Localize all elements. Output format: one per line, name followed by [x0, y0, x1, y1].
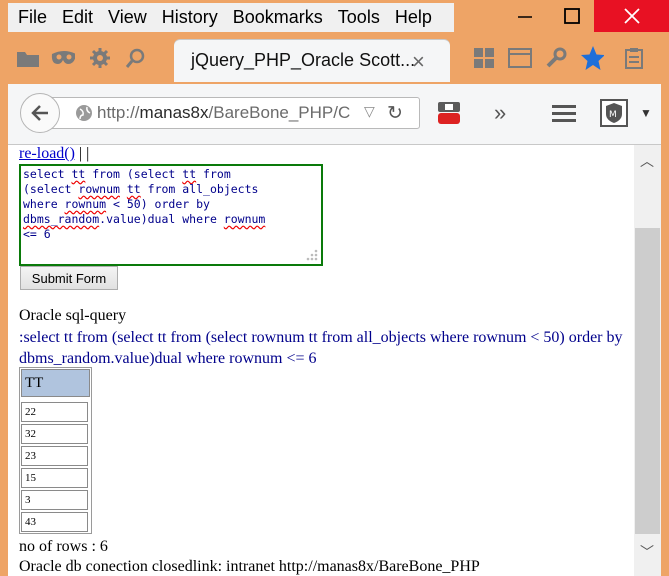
table-row: 43: [21, 512, 88, 532]
table-rows: 22 32 23 15 3 43: [21, 402, 90, 532]
minimize-icon: [518, 16, 532, 18]
folder-icon[interactable]: [16, 46, 40, 70]
scroll-down-icon[interactable]: ﹀: [640, 542, 654, 562]
url-bar[interactable]: http://manas8x/BareBone_PHP/C ▽ ↻: [48, 97, 420, 129]
maximize-icon: [564, 8, 580, 24]
page-content: re-load() | | select tt from (select tt …: [8, 145, 634, 576]
table-row: 22: [21, 402, 88, 422]
tab-title: jQuery_PHP_Oracle Scott...: [191, 50, 416, 70]
tab-active[interactable]: jQuery_PHP_Oracle Scott... ×: [174, 40, 450, 82]
table-header-tt: TT: [21, 369, 90, 397]
oracle-heading: Oracle sql-query: [19, 307, 127, 324]
navigation-bar: http://manas8x/BareBone_PHP/C ▽ ↻ » M ▼: [8, 84, 661, 145]
star-icon[interactable]: [580, 46, 604, 70]
tab-close-icon[interactable]: ×: [412, 49, 425, 75]
menu-tools[interactable]: Tools: [338, 7, 380, 28]
search-icon[interactable]: [124, 46, 148, 70]
back-button[interactable]: [20, 93, 60, 133]
sql-query-textarea[interactable]: select tt from (select tt from (select r…: [19, 164, 323, 266]
scrollbar-thumb[interactable]: [635, 228, 660, 534]
globe-icon: [75, 104, 93, 127]
reload-icon[interactable]: ↻: [387, 102, 403, 125]
wrench-icon[interactable]: [544, 46, 568, 70]
browser-window: File Edit View History Bookmarks Tools H…: [0, 0, 669, 576]
reload-separator: | |: [74, 145, 90, 162]
hamburger-menu-icon[interactable]: [552, 100, 576, 126]
resize-grip-icon[interactable]: [304, 247, 318, 261]
table-row: 15: [21, 468, 88, 488]
menu-bar: File Edit View History Bookmarks Tools H…: [8, 3, 454, 32]
back-arrow-icon: [31, 105, 48, 121]
close-icon: [623, 8, 640, 24]
maximize-button[interactable]: [549, 0, 595, 32]
menu-view[interactable]: View: [108, 7, 147, 28]
menu-history[interactable]: History: [162, 7, 218, 28]
youtube-icon[interactable]: [436, 100, 462, 126]
result-table: TT 22 32 23 15 3 43: [19, 367, 92, 534]
menu-bookmarks[interactable]: Bookmarks: [233, 7, 323, 28]
table-row: 3: [21, 490, 88, 510]
addon-dropdown-icon[interactable]: ▼: [640, 100, 652, 126]
clipboard-icon[interactable]: [622, 46, 646, 70]
window-icon[interactable]: [508, 46, 532, 70]
reload-link[interactable]: re-load(): [19, 145, 75, 162]
query-echo: :select tt from (select tt from (select …: [19, 329, 623, 367]
table-row: 23: [21, 446, 88, 466]
submit-form-button[interactable]: Submit Form: [20, 266, 118, 290]
url-text: http://manas8x/BareBone_PHP/C: [97, 103, 351, 122]
vertical-scrollbar[interactable]: ︿ ﹀: [634, 145, 661, 576]
scroll-up-icon[interactable]: ︿: [640, 151, 654, 171]
menu-file[interactable]: File: [18, 7, 47, 28]
menu-help[interactable]: Help: [395, 7, 432, 28]
close-window-button[interactable]: [594, 0, 669, 32]
minimize-button[interactable]: [502, 0, 548, 32]
row-count: no of rows : 6: [19, 538, 108, 555]
menu-edit[interactable]: Edit: [62, 7, 93, 28]
gear-icon[interactable]: [88, 46, 112, 70]
grid-icon[interactable]: [472, 46, 496, 70]
url-dropdown-icon[interactable]: ▽: [364, 103, 375, 120]
addon-shield-icon[interactable]: M: [600, 99, 628, 127]
reload-line: re-load() | |: [19, 145, 89, 163]
connection-status: Oracle db conection closedlink: intranet…: [19, 558, 480, 575]
overflow-icon[interactable]: »: [494, 100, 506, 126]
table-row: 32: [21, 424, 88, 444]
mask-icon[interactable]: [51, 46, 75, 70]
svg-text:M: M: [609, 110, 617, 120]
